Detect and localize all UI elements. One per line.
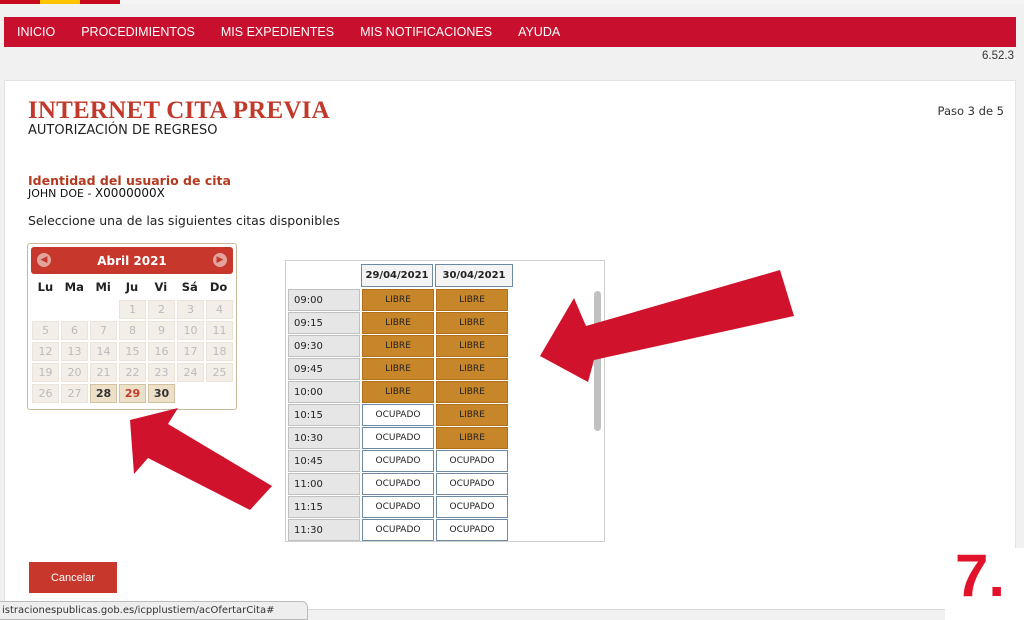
step-badge: 7. [955, 542, 1006, 609]
arrow-left-icon [130, 408, 272, 510]
arrow-right-icon [540, 270, 794, 382]
cancel-button[interactable]: Cancelar [29, 562, 117, 593]
browser-status-url: istracionespublicas.gob.es/icpplustiem/a… [0, 601, 308, 620]
annotation-arrows [130, 270, 794, 510]
